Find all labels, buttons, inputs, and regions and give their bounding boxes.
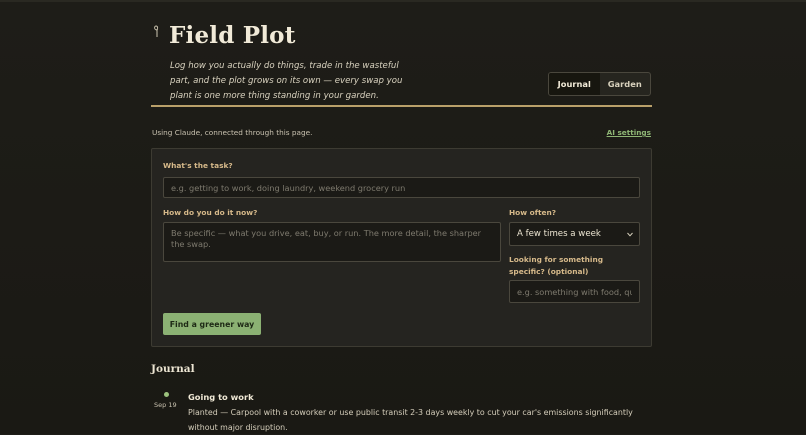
- ai-settings-link[interactable]: AI settings: [607, 128, 651, 137]
- often-label: How often?: [509, 208, 557, 217]
- chevron-down-icon: [627, 232, 633, 237]
- page-title: Field Plot: [169, 22, 296, 49]
- often-select-value: A few times a week: [517, 229, 601, 239]
- tab-garden[interactable]: Garden: [600, 73, 651, 95]
- swap-form: What's the task? How do you do it now? H…: [151, 148, 652, 347]
- tab-journal[interactable]: Journal: [549, 73, 600, 95]
- entry-status-dot: [164, 392, 169, 397]
- journal-heading: Journal: [151, 363, 195, 375]
- sprout-icon: [154, 25, 159, 37]
- how-label: How do you do it now?: [163, 208, 258, 217]
- task-input[interactable]: [163, 177, 640, 198]
- entry-body: Planted — Carpool with a coworker or use…: [188, 408, 633, 432]
- task-label: What's the task?: [163, 161, 233, 170]
- often-select[interactable]: A few times a week: [509, 222, 640, 246]
- tagline: Log how you actually do things, trade in…: [170, 61, 403, 101]
- connection-status: Using Claude, connected through this pag…: [152, 128, 313, 137]
- top-border: [0, 0, 806, 2]
- find-greener-way-button[interactable]: Find a greener way: [163, 313, 261, 335]
- how-textarea[interactable]: [163, 222, 501, 262]
- specific-input[interactable]: [509, 280, 640, 303]
- specific-label: Looking for something specific? (optiona…: [509, 255, 604, 276]
- header-divider: [151, 105, 652, 107]
- entry-title: Going to work: [188, 392, 254, 402]
- view-tabs: Journal Garden: [548, 72, 651, 96]
- entry-date: Sep 19: [154, 401, 177, 409]
